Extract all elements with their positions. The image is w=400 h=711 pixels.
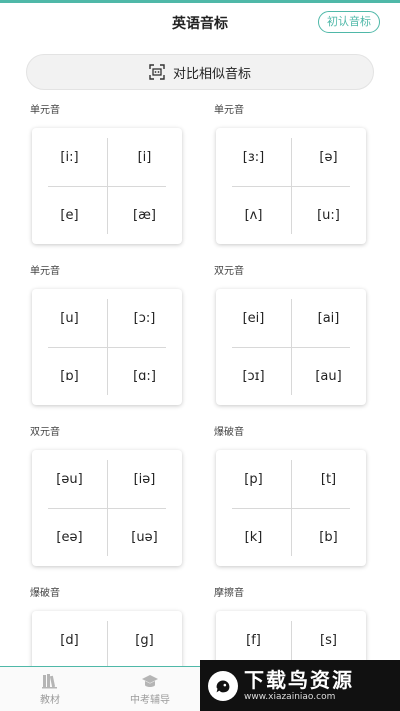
phonetic-symbol[interactable]: [ɔ:]	[107, 289, 182, 347]
phonetic-group: 摩擦音 [f] [s]	[214, 585, 384, 666]
compare-button-label: 对比相似音标	[172, 66, 251, 82]
phonetic-symbol[interactable]: [i]	[107, 128, 182, 186]
intro-phonetics-button[interactable]: 初认音标	[318, 11, 380, 33]
compare-similar-button[interactable]: 对比相似音标	[26, 54, 374, 90]
phonetic-symbol[interactable]: [ɔɪ]	[216, 347, 291, 405]
phonetic-card[interactable]: [f] [s]	[216, 611, 366, 666]
phonetic-group: 单元音 [u] [ɔ:] [ɒ] [ɑ:]	[30, 263, 200, 405]
tab-textbook[interactable]: 教材	[0, 667, 100, 711]
phonetic-group: 单元音 [i:] [i] [e] [æ]	[30, 102, 200, 244]
phonetic-group: 爆破音 [d] [g]	[30, 585, 200, 666]
phonetic-symbol[interactable]: [u]	[32, 289, 107, 347]
group-label: 爆破音	[214, 427, 244, 438]
phonetic-symbol[interactable]: [ɑ:]	[107, 347, 182, 405]
group-label: 单元音	[30, 266, 60, 277]
phonetic-group: 单元音 [ɜ:] [ə] [ʌ] [u:]	[214, 102, 384, 244]
books-icon	[42, 673, 57, 688]
tab-label: 教材	[40, 694, 60, 706]
phonetic-symbol[interactable]: [eə]	[32, 508, 107, 566]
phonetic-symbol[interactable]: [p]	[216, 450, 291, 508]
phonetic-card[interactable]: [i:] [i] [e] [æ]	[32, 128, 182, 244]
site-watermark: 下载鸟资源 www.xiazainiao.com	[200, 660, 400, 711]
phonetic-symbol[interactable]: [k]	[216, 508, 291, 566]
phonetic-symbol[interactable]: [ɒ]	[32, 347, 107, 405]
phonetic-symbol[interactable]: [ei]	[216, 289, 291, 347]
phonetic-card[interactable]: [ei] [ai] [ɔɪ] [au]	[216, 289, 366, 405]
phonetic-symbol[interactable]: [ai]	[291, 289, 366, 347]
phonetic-symbol[interactable]: [ə]	[291, 128, 366, 186]
page-title: 英语音标	[172, 16, 228, 32]
phonetic-symbol[interactable]: [au]	[291, 347, 366, 405]
bird-logo-icon	[208, 670, 238, 701]
phonetic-symbol[interactable]: [æ]	[107, 186, 182, 244]
phonetic-symbol[interactable]: [u:]	[291, 186, 366, 244]
compare-icon	[149, 64, 165, 80]
group-label: 单元音	[30, 105, 60, 116]
phonetic-group: 双元音 [əu] [iə] [eə] [uə]	[30, 424, 200, 566]
group-label: 双元音	[30, 427, 60, 438]
phonetic-symbol[interactable]: [i:]	[32, 128, 107, 186]
phonetics-grid: 单元音 [i:] [i] [e] [æ] 单元音 [ɜ:] [ə] [ʌ] [u…	[0, 100, 400, 666]
watermark-title: 下载鸟资源	[244, 668, 354, 692]
phonetic-symbol[interactable]: [e]	[32, 186, 107, 244]
phonetic-symbol[interactable]: [iə]	[107, 450, 182, 508]
watermark-url: www.xiazainiao.com	[244, 692, 336, 702]
group-label: 单元音	[214, 105, 244, 116]
phonetic-group: 双元音 [ei] [ai] [ɔɪ] [au]	[214, 263, 384, 405]
phonetic-symbol[interactable]: [g]	[107, 611, 182, 666]
phonetic-card[interactable]: [d] [g]	[32, 611, 182, 666]
phonetic-card[interactable]: [əu] [iə] [eə] [uə]	[32, 450, 182, 566]
phonetic-symbol[interactable]: [f]	[216, 611, 291, 666]
phonetic-symbol[interactable]: [ɜ:]	[216, 128, 291, 186]
tab-exam-coaching[interactable]: 中考辅导	[100, 667, 200, 711]
phonetic-symbol[interactable]: [ʌ]	[216, 186, 291, 244]
phonetic-card[interactable]: [ɜ:] [ə] [ʌ] [u:]	[216, 128, 366, 244]
phonetic-group: 爆破音 [p] [t] [k] [b]	[214, 424, 384, 566]
group-label: 爆破音	[30, 588, 60, 599]
group-label: 摩擦音	[214, 588, 244, 599]
graduation-cap-icon	[142, 674, 158, 687]
phonetic-symbol[interactable]: [b]	[291, 508, 366, 566]
phonetic-card[interactable]: [p] [t] [k] [b]	[216, 450, 366, 566]
phonetic-symbol[interactable]: [t]	[291, 450, 366, 508]
phonetic-symbol[interactable]: [d]	[32, 611, 107, 666]
tab-label: 中考辅导	[130, 694, 170, 706]
phonetic-card[interactable]: [u] [ɔ:] [ɒ] [ɑ:]	[32, 289, 182, 405]
phonetic-symbol[interactable]: [uə]	[107, 508, 182, 566]
phonetic-symbol[interactable]: [əu]	[32, 450, 107, 508]
phonetic-symbol[interactable]: [s]	[291, 611, 366, 666]
group-label: 双元音	[214, 266, 244, 277]
app-header: 英语音标 初认音标	[0, 3, 400, 43]
